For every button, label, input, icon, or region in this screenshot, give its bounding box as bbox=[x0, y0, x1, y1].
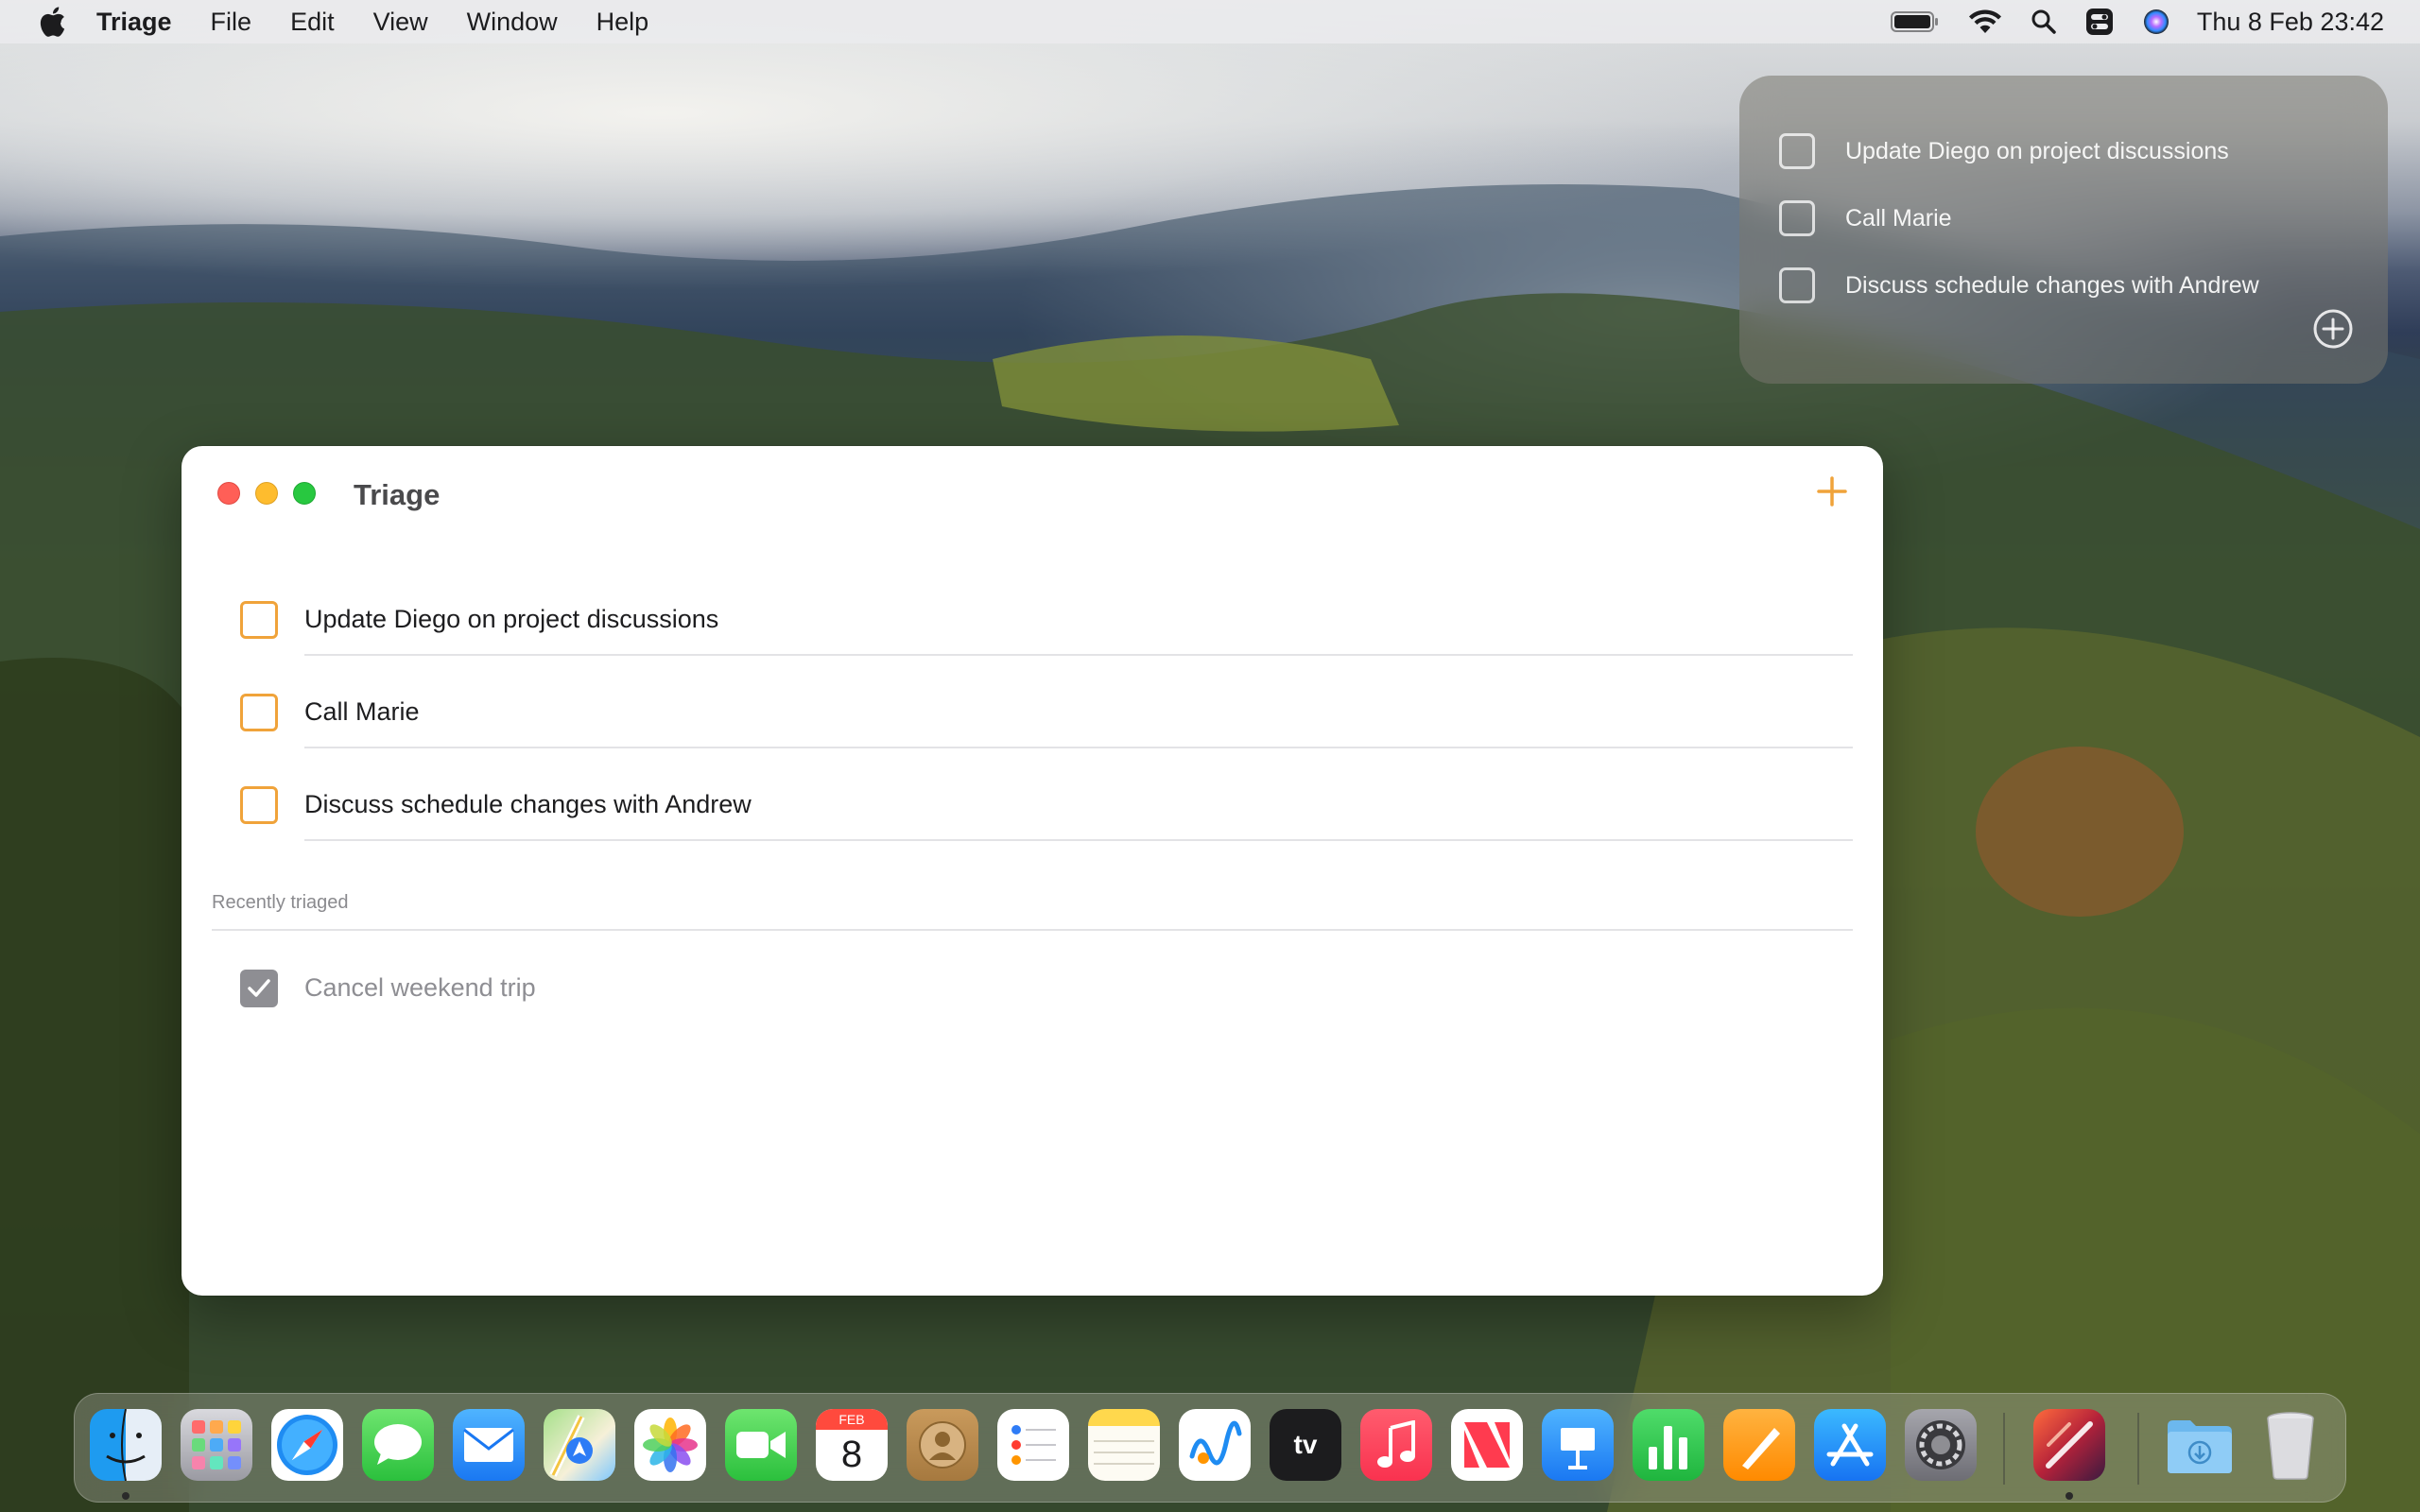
checkmark-icon bbox=[248, 979, 270, 997]
task-checkbox[interactable] bbox=[240, 786, 278, 824]
task-label[interactable]: Discuss schedule changes with Andrew bbox=[304, 790, 752, 819]
triage-window: Triage Update Diego on project discussio… bbox=[182, 446, 1883, 1296]
running-indicator bbox=[2066, 1492, 2073, 1500]
widget-item-label: Update Diego on project discussions bbox=[1845, 137, 2229, 164]
downloads-folder-icon[interactable] bbox=[2164, 1409, 2236, 1481]
task-label[interactable]: Update Diego on project discussions bbox=[304, 605, 718, 634]
maps-icon[interactable] bbox=[544, 1409, 615, 1481]
news-icon[interactable] bbox=[1451, 1409, 1523, 1481]
menu-view[interactable]: View bbox=[373, 8, 428, 37]
battery-icon[interactable] bbox=[1890, 10, 1940, 33]
task-row[interactable]: Call Marie bbox=[182, 680, 1883, 748]
widget-item[interactable]: Call Marie bbox=[1779, 199, 1952, 237]
wifi-icon[interactable] bbox=[1968, 9, 2002, 35]
task-label[interactable]: Call Marie bbox=[304, 697, 420, 727]
menu-window[interactable]: Window bbox=[467, 8, 558, 37]
triage-app-icon[interactable] bbox=[2033, 1409, 2105, 1481]
widget-item-label: Call Marie bbox=[1845, 204, 1952, 232]
control-center-icon[interactable] bbox=[2085, 8, 2114, 36]
widget-checkbox[interactable] bbox=[1779, 200, 1815, 236]
task-row[interactable]: Update Diego on project discussions bbox=[182, 588, 1883, 656]
section-divider bbox=[212, 929, 1853, 931]
widget-checkbox[interactable] bbox=[1779, 267, 1815, 303]
menu-clock[interactable]: Thu 8 Feb 23:42 bbox=[2197, 8, 2384, 37]
freeform-icon[interactable] bbox=[1179, 1409, 1251, 1481]
app-store-icon[interactable] bbox=[1814, 1409, 1886, 1481]
widget-item[interactable]: Discuss schedule changes with Andrew bbox=[1779, 266, 2259, 304]
menu-edit[interactable]: Edit bbox=[290, 8, 335, 37]
notes-icon[interactable] bbox=[1088, 1409, 1160, 1481]
row-divider bbox=[304, 839, 1853, 841]
reminders-widget[interactable]: Update Diego on project discussions Call… bbox=[1739, 76, 2388, 384]
menu-help[interactable]: Help bbox=[596, 8, 649, 37]
recently-triaged-heading: Recently triaged bbox=[212, 892, 349, 913]
apple-tv-icon[interactable]: tv bbox=[1270, 1409, 1341, 1481]
calendar-icon[interactable]: FEB 8 bbox=[816, 1409, 888, 1481]
facetime-icon[interactable] bbox=[725, 1409, 797, 1481]
dock-separator bbox=[2137, 1413, 2139, 1485]
numbers-icon[interactable] bbox=[1633, 1409, 1704, 1481]
task-checkbox[interactable] bbox=[240, 694, 278, 731]
messages-icon[interactable] bbox=[362, 1409, 434, 1481]
task-row[interactable]: Discuss schedule changes with Andrew bbox=[182, 773, 1883, 841]
window-title: Triage bbox=[354, 478, 441, 511]
dock-separator bbox=[2003, 1413, 2005, 1485]
trash-icon[interactable] bbox=[2255, 1409, 2326, 1481]
pages-icon[interactable] bbox=[1723, 1409, 1795, 1481]
zoom-window-button[interactable] bbox=[293, 482, 316, 505]
dock: FEB 8 tv bbox=[74, 1393, 2346, 1503]
mail-icon[interactable] bbox=[453, 1409, 525, 1481]
music-icon[interactable] bbox=[1360, 1409, 1432, 1481]
keynote-icon[interactable] bbox=[1542, 1409, 1614, 1481]
completed-task-row[interactable]: Cancel weekend trip bbox=[182, 956, 1883, 1013]
row-divider bbox=[304, 654, 1853, 656]
widget-item-label: Discuss schedule changes with Andrew bbox=[1845, 271, 2259, 299]
menu-app-name[interactable]: Triage bbox=[96, 8, 172, 37]
close-window-button[interactable] bbox=[217, 482, 240, 505]
contacts-icon[interactable] bbox=[907, 1409, 978, 1481]
finder-icon[interactable] bbox=[90, 1409, 162, 1481]
row-divider bbox=[304, 747, 1853, 748]
task-checkbox-checked[interactable] bbox=[240, 970, 278, 1007]
task-label[interactable]: Cancel weekend trip bbox=[304, 973, 536, 1003]
calendar-month: FEB bbox=[816, 1409, 888, 1430]
siri-icon[interactable] bbox=[2142, 8, 2170, 36]
widget-item[interactable]: Update Diego on project discussions bbox=[1779, 132, 2229, 170]
menu-file[interactable]: File bbox=[211, 8, 252, 37]
photos-icon[interactable] bbox=[634, 1409, 706, 1481]
calendar-day: 8 bbox=[840, 1434, 863, 1475]
apple-menu-icon[interactable] bbox=[38, 6, 66, 38]
safari-icon[interactable] bbox=[271, 1409, 343, 1481]
menu-bar: Triage File Edit View Window Help Thu 8 … bbox=[0, 0, 2420, 43]
task-checkbox[interactable] bbox=[240, 601, 278, 639]
system-settings-icon[interactable] bbox=[1905, 1409, 1977, 1481]
launchpad-icon[interactable] bbox=[181, 1409, 252, 1481]
widget-add-icon[interactable] bbox=[2312, 308, 2354, 350]
add-task-plus-icon[interactable] bbox=[1815, 474, 1849, 508]
minimize-window-button[interactable] bbox=[255, 482, 278, 505]
reminders-icon[interactable] bbox=[997, 1409, 1069, 1481]
widget-checkbox[interactable] bbox=[1779, 133, 1815, 169]
running-indicator bbox=[122, 1492, 130, 1500]
spotlight-search-icon[interactable] bbox=[2031, 9, 2057, 35]
